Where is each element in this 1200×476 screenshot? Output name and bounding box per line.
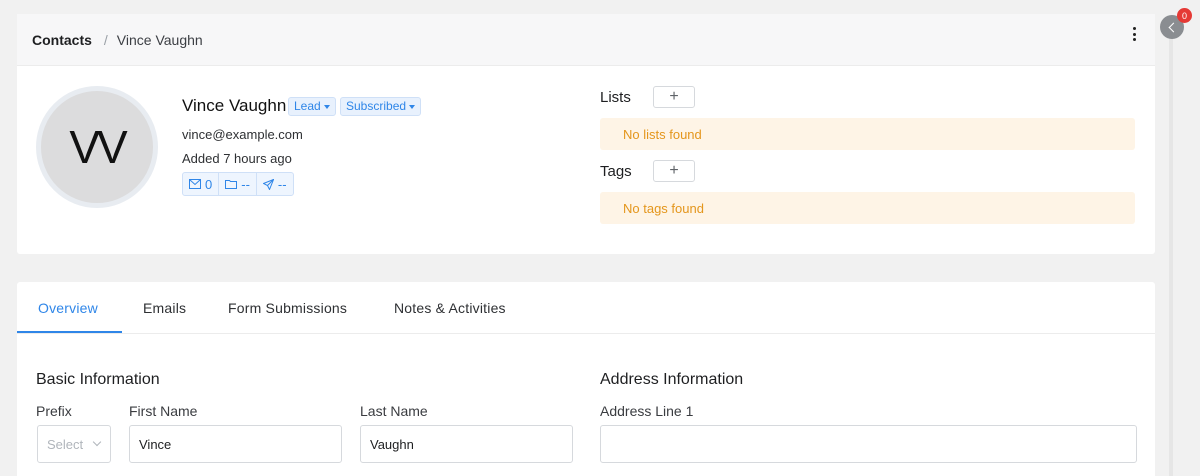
- chevron-left-icon: [1168, 22, 1179, 32]
- first-name-label: First Name: [129, 403, 198, 419]
- basic-information-heading: Basic Information: [36, 371, 160, 388]
- tab-emails[interactable]: Emails: [143, 300, 186, 316]
- breadcrumb-current: Vince Vaughn: [116, 31, 203, 48]
- plus-icon: +: [669, 162, 679, 179]
- campaigns-stat[interactable]: --: [257, 173, 293, 195]
- campaigns-count: --: [277, 176, 287, 192]
- chevron-down-icon: [92, 437, 102, 447]
- breadcrumb-contacts-link[interactable]: Contacts: [32, 32, 92, 48]
- address-line1-input[interactable]: [600, 425, 1137, 463]
- contact-name: Vince Vaughn: [182, 96, 287, 115]
- tab-bar: Overview Emails Form Submissions Notes &…: [17, 282, 1155, 334]
- lead-status-dropdown[interactable]: Lead: [288, 97, 336, 116]
- first-name-input[interactable]: Vince: [129, 425, 342, 463]
- kebab-menu-icon[interactable]: [1130, 27, 1138, 41]
- envelope-icon: [189, 179, 201, 189]
- lists-count: --: [241, 176, 250, 192]
- add-tag-button[interactable]: +: [653, 160, 695, 182]
- plus-icon: +: [669, 88, 679, 105]
- caret-down-icon: [323, 104, 330, 109]
- subscription-status-label: Subscribed: [346, 99, 407, 113]
- avatar: VV: [36, 86, 158, 208]
- no-tags-notice: No tags found: [600, 192, 1135, 224]
- lists-stat[interactable]: --: [219, 173, 257, 195]
- side-panel-track: [1169, 25, 1173, 476]
- contact-header-card: Contacts / Vince Vaughn VV Vince Vaughn …: [17, 14, 1155, 254]
- last-name-label: Last Name: [360, 403, 428, 419]
- lists-label: Lists: [600, 89, 631, 106]
- contact-email: vince@example.com: [182, 127, 303, 142]
- emails-count: 0: [205, 176, 213, 192]
- prefix-label: Prefix: [36, 403, 72, 419]
- tab-overview[interactable]: Overview: [38, 300, 98, 316]
- tags-label: Tags: [600, 163, 632, 180]
- tab-form-submissions[interactable]: Form Submissions: [228, 300, 347, 316]
- no-lists-notice: No lists found: [600, 118, 1135, 150]
- emails-stat[interactable]: 0: [183, 173, 220, 195]
- last-name-input[interactable]: Vaughn: [360, 425, 573, 463]
- caret-down-icon: [409, 104, 416, 109]
- subscription-status-dropdown[interactable]: Subscribed: [340, 97, 422, 116]
- tab-notes-activities[interactable]: Notes & Activities: [394, 300, 506, 316]
- add-list-button[interactable]: +: [653, 86, 695, 108]
- address-information-heading: Address Information: [600, 371, 744, 388]
- folder-icon: [225, 180, 238, 189]
- active-tab-indicator: [17, 331, 122, 333]
- contact-details-card: Overview Emails Form Submissions Notes &…: [17, 282, 1155, 476]
- contact-stats: 0 -- --: [182, 172, 294, 196]
- send-icon: [262, 178, 274, 190]
- breadcrumb-separator: /: [103, 31, 108, 48]
- contact-added-time: Added 7 hours ago: [182, 151, 292, 166]
- breadcrumb: Contacts / Vince Vaughn: [17, 14, 1155, 66]
- prefix-select[interactable]: Select: [37, 425, 111, 463]
- notification-count-badge: 0: [1177, 8, 1192, 23]
- lead-status-label: Lead: [294, 99, 321, 113]
- prefix-select-value: Select: [47, 436, 84, 452]
- address-line1-label: Address Line 1: [600, 403, 694, 419]
